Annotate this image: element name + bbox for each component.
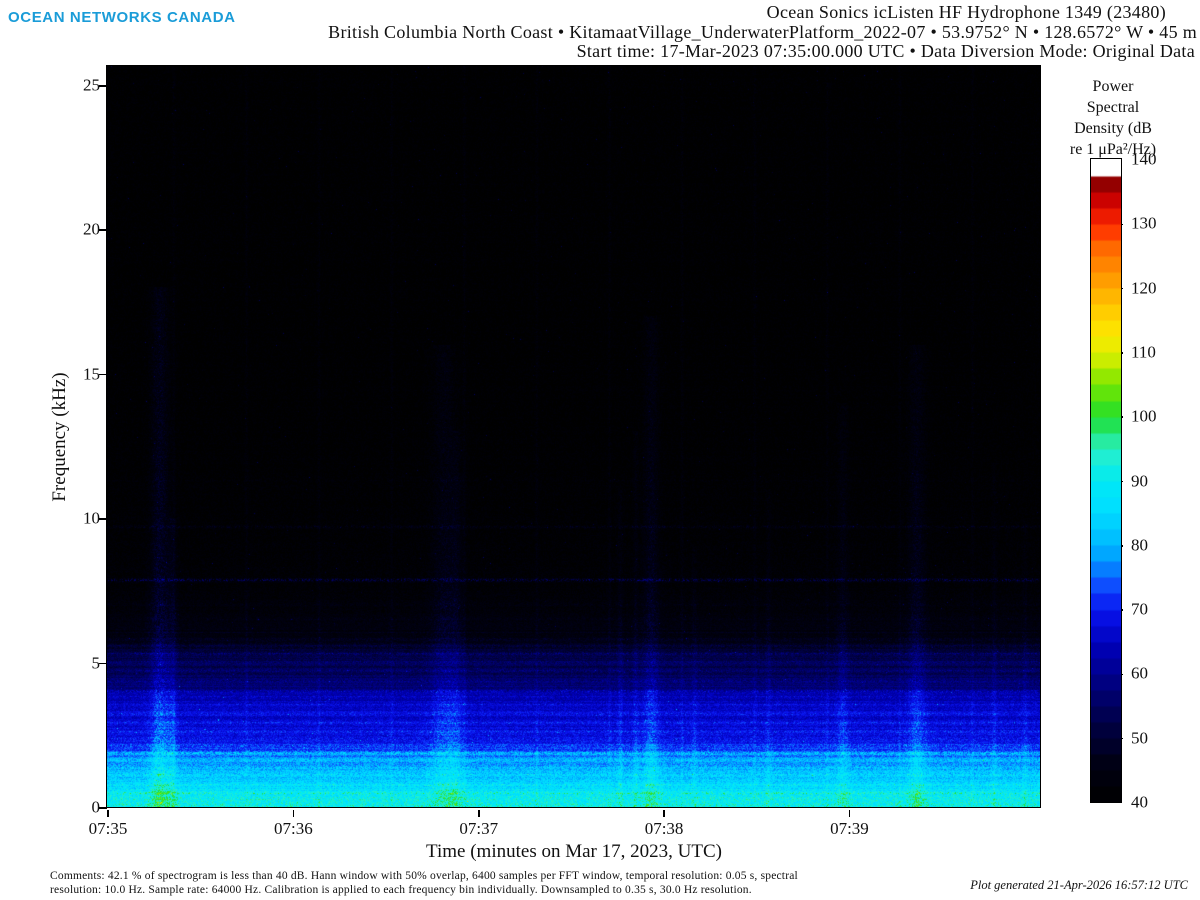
- x-tick-mark: [663, 810, 665, 818]
- colorbar-title-line: re 1 μPa²/Hz): [1025, 139, 1200, 160]
- y-tick-label: 20: [60, 220, 100, 240]
- colorbar-tick-label: 90: [1131, 471, 1148, 491]
- colorbar-tick-label: 110: [1131, 342, 1156, 362]
- y-tick-mark: [99, 663, 107, 665]
- colorbar-title-line: Spectral: [1025, 97, 1200, 118]
- y-axis-title: Frequency (kHz): [49, 372, 71, 501]
- y-tick-mark: [99, 807, 107, 809]
- y-tick-mark: [99, 374, 107, 376]
- colorbar-tick-label: 80: [1131, 535, 1148, 555]
- header-line-starttime: Start time: 17-Mar-2023 07:35:00.000 UTC…: [577, 41, 1195, 62]
- x-tick-label: 07:39: [830, 819, 869, 839]
- colorbar-tick-label: 50: [1131, 728, 1148, 748]
- y-tick-label: 5: [60, 653, 100, 673]
- x-axis-title: Time (minutes on Mar 17, 2023, UTC): [426, 841, 722, 863]
- x-tick-mark: [849, 810, 851, 818]
- comments-text: Comments: 42.1 % of spectrogram is less …: [50, 870, 798, 897]
- plot-frame: [106, 65, 1041, 808]
- colorbar-title-line: Power: [1025, 76, 1200, 97]
- colorbar-tick-label: 130: [1131, 214, 1157, 234]
- comments-line-1: Comments: 42.1 % of spectrogram is less …: [50, 870, 798, 884]
- colorbar-canvas: [1091, 159, 1121, 802]
- x-tick-label: 07:38: [645, 819, 684, 839]
- x-tick-mark: [107, 810, 109, 818]
- colorbar-tick-label: 120: [1131, 278, 1157, 298]
- x-tick-mark: [293, 810, 295, 818]
- header-line-location: British Columbia North Coast • KitamaatV…: [328, 22, 1197, 43]
- y-tick-mark: [99, 85, 107, 87]
- header-line-instrument: Ocean Sonics icListen HF Hydrophone 1349…: [767, 2, 1166, 23]
- plot-generated-timestamp: Plot generated 21-Apr-2026 16:57:12 UTC: [970, 878, 1188, 893]
- colorbar-tick-label: 60: [1131, 664, 1148, 684]
- colorbar-title: Power Spectral Density (dB re 1 μPa²/Hz): [1025, 76, 1200, 160]
- y-tick-label: 15: [60, 364, 100, 384]
- spectrogram-figure: OCEAN NETWORKS CANADA Ocean Sonics icLis…: [0, 0, 1200, 900]
- x-tick-label: 07:36: [274, 819, 313, 839]
- colorbar-tick-label: 70: [1131, 600, 1148, 620]
- colorbar-frame: [1090, 158, 1122, 803]
- y-tick-label: 10: [60, 509, 100, 529]
- y-tick-mark: [99, 518, 107, 520]
- y-tick-label: 25: [60, 75, 100, 95]
- onc-logo: OCEAN NETWORKS CANADA: [8, 9, 236, 26]
- x-tick-mark: [478, 810, 480, 818]
- y-tick-label: 0: [60, 798, 100, 818]
- comments-line-2: resolution: 10.0 Hz. Sample rate: 64000 …: [50, 884, 798, 898]
- y-tick-mark: [99, 229, 107, 231]
- colorbar-tick-label: 40: [1131, 793, 1148, 813]
- spectrogram-canvas: [107, 66, 1040, 807]
- x-tick-label: 07:35: [89, 819, 128, 839]
- x-tick-label: 07:37: [459, 819, 498, 839]
- colorbar-title-line: Density (dB: [1025, 118, 1200, 139]
- colorbar-tick-label: 100: [1131, 407, 1157, 427]
